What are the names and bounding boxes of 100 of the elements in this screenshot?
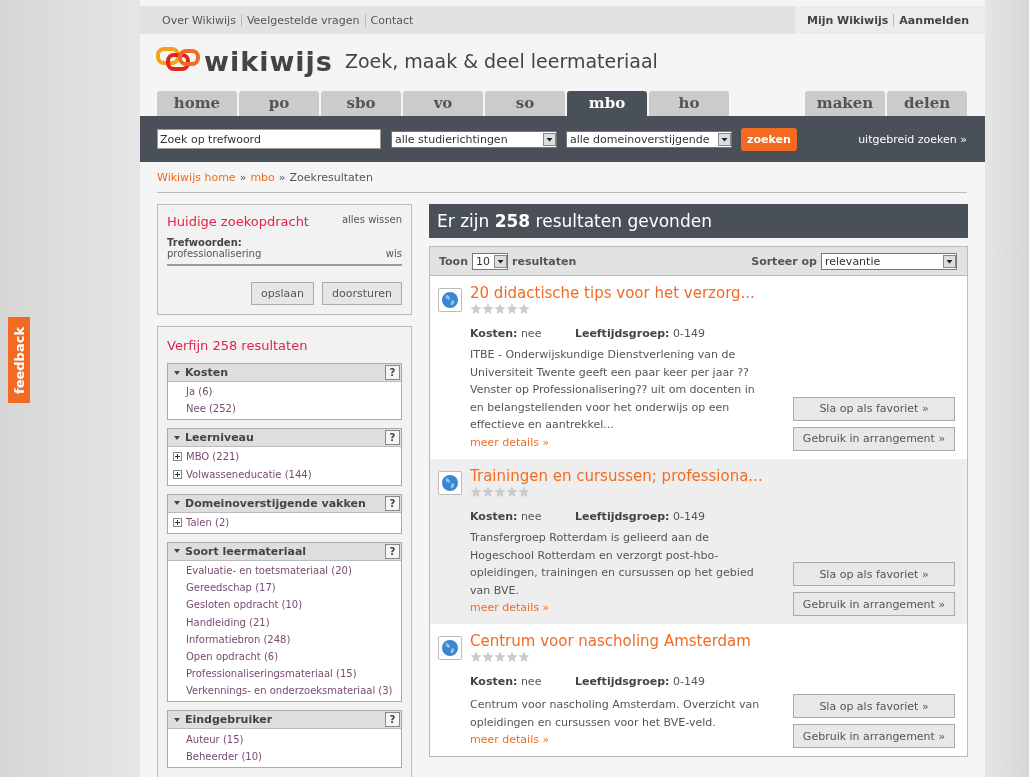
plus-icon[interactable] xyxy=(173,452,182,462)
triangle-icon[interactable] xyxy=(174,370,180,375)
star-icon[interactable] xyxy=(494,303,506,315)
facet-option[interactable]: Nee (252) xyxy=(186,403,236,415)
action-button[interactable]: Sla op als favoriet » xyxy=(793,396,955,421)
advanced-search-link[interactable]: uitgebreid zoeken » xyxy=(858,132,967,146)
facet-title[interactable]: Soort leermateriaal xyxy=(185,544,385,558)
triangle-icon[interactable] xyxy=(174,435,180,440)
results-heading: Er zijn 258 resultaten gevonden xyxy=(429,204,968,238)
panel-button[interactable]: doorsturen xyxy=(322,282,402,305)
action-button[interactable]: Gebruik in arrangement » xyxy=(793,724,955,749)
star-icon[interactable] xyxy=(506,303,518,315)
star-icon[interactable] xyxy=(518,651,530,664)
star-icon[interactable] xyxy=(506,651,518,664)
search-field[interactable]: Zoek op trefwoord xyxy=(157,129,381,149)
meta-label: Leeftijdsgroep: xyxy=(574,675,670,689)
breadcrumb-separator: » xyxy=(239,170,247,184)
result-description: Transfergroep Rotterdam is gelieerd aan de Hogeschool Rotterdam en verzorgt post-hbo-opleidingen, trainingen en cursussen op het gebied van BVE. xyxy=(470,529,755,599)
star-icon[interactable] xyxy=(494,485,506,498)
facet-option[interactable]: Ja (6) xyxy=(186,386,213,398)
keyword-text: professionalisering xyxy=(167,248,262,259)
result-description: Centrum voor nascholing Amsterdam. Overzicht van opleidingen en cursussen voor het BVE-veld. xyxy=(470,697,761,731)
star-icon[interactable] xyxy=(470,303,482,315)
breadcrumb-item: Zoekresultaten xyxy=(289,170,373,184)
nav-tab[interactable]: delen xyxy=(887,91,967,116)
star-icon[interactable] xyxy=(482,485,494,498)
breadcrumb-separator: » xyxy=(278,170,286,184)
star-icon[interactable] xyxy=(494,651,506,664)
help-button[interactable]: ? xyxy=(385,430,400,446)
facet-option[interactable]: Informatiebron (248) xyxy=(186,633,291,645)
facet-option[interactable]: Volwasseneducatie (144) xyxy=(186,468,312,480)
star-icon[interactable] xyxy=(518,303,530,315)
star-icon[interactable] xyxy=(518,485,530,498)
help-button[interactable]: ? xyxy=(385,543,400,559)
star-icon[interactable] xyxy=(482,303,494,315)
facet-title[interactable]: Eindgebruiker xyxy=(185,713,385,727)
logo-wordmark[interactable]: wikiwijs xyxy=(204,45,333,77)
meta-value: nee xyxy=(520,675,542,689)
nav-tab[interactable]: ho xyxy=(649,91,729,116)
triangle-icon[interactable] xyxy=(174,549,180,554)
triangle-icon[interactable] xyxy=(174,717,180,722)
top-link[interactable]: Veelgestelde vragen xyxy=(246,13,360,27)
toolbar-label: resultaten xyxy=(512,254,577,268)
panel-title: Verfijn 258 resultaten xyxy=(167,338,309,353)
nav-tab[interactable]: so xyxy=(485,91,565,116)
facet-title[interactable]: Domeinoverstijgende vakken xyxy=(185,496,385,510)
facet-option[interactable]: Gereedschap (17) xyxy=(186,582,276,594)
facet-option[interactable]: Auteur (15) xyxy=(186,733,244,745)
facet-option[interactable]: Evaluatie- en toetsmateriaal (20) xyxy=(186,565,352,577)
facet-option[interactable]: MBO (221) xyxy=(186,451,240,463)
meta-label: Kosten: xyxy=(470,675,518,689)
meta-label: Leeftijdsgroep: xyxy=(574,327,670,340)
panel-title: Huidige zoekopdracht xyxy=(167,214,309,229)
triangle-icon[interactable] xyxy=(174,501,180,506)
meta-value: 0-149 xyxy=(672,509,705,523)
remove-link[interactable]: wis xyxy=(385,248,402,259)
help-button[interactable]: ? xyxy=(385,495,400,511)
action-button[interactable]: Sla op als favoriet » xyxy=(793,562,955,587)
nav-tab[interactable]: vo xyxy=(403,91,483,116)
star-icon[interactable] xyxy=(482,651,494,664)
toolbar-label: Sorteer op xyxy=(751,254,817,268)
nav-tab[interactable]: home xyxy=(157,91,237,116)
facet-option[interactable]: Handleiding (21) xyxy=(186,616,270,628)
plus-icon[interactable] xyxy=(173,517,182,527)
globe-icon xyxy=(438,636,462,661)
facet-title[interactable]: Leerniveau xyxy=(185,431,385,445)
action-button[interactable]: Gebruik in arrangement » xyxy=(793,592,955,617)
help-button[interactable]: ? xyxy=(385,365,400,380)
help-button[interactable]: ? xyxy=(385,712,400,728)
facet-option[interactable]: Verkennings- en onderzoeksmateriaal (3) xyxy=(186,685,393,697)
facet-option[interactable]: Beheerder (10) xyxy=(186,750,262,762)
star-icon[interactable] xyxy=(470,485,482,498)
plus-icon[interactable] xyxy=(173,469,182,479)
account-link[interactable]: Mijn Wikiwijs xyxy=(806,13,889,27)
meta-label: Leeftijdsgroep: xyxy=(574,509,670,523)
top-link[interactable]: Contact xyxy=(370,13,414,27)
facet-option[interactable]: Open opdracht (6) xyxy=(186,650,279,662)
top-link[interactable]: Over Wikiwijs xyxy=(162,13,236,27)
facet-title[interactable]: Kosten xyxy=(185,366,385,379)
nav-tab[interactable]: sbo xyxy=(321,91,401,116)
action-button[interactable]: Gebruik in arrangement » xyxy=(793,426,955,451)
panel-button[interactable]: opslaan xyxy=(251,282,314,305)
action-button[interactable]: Sla op als favoriet » xyxy=(793,694,955,719)
facet-option[interactable]: Professionaliseringsmateriaal (15) xyxy=(186,668,357,680)
facet-option[interactable]: Talen (2) xyxy=(186,516,230,528)
filter-dropdown[interactable]: alle domeinoverstijgende xyxy=(566,130,732,148)
clear-all-link[interactable]: alles wissen xyxy=(341,214,402,225)
facet-option[interactable]: Gesloten opdracht (10) xyxy=(186,599,303,611)
star-icon[interactable] xyxy=(470,651,482,664)
tagline: Zoek, maak & deel leermateriaal xyxy=(344,50,658,72)
nav-tab[interactable]: po xyxy=(239,91,319,116)
account-link[interactable]: Aanmelden xyxy=(899,13,969,27)
nav-tab[interactable]: maken xyxy=(805,91,885,116)
sort-dropdown[interactable]: relevantie xyxy=(821,252,957,270)
nav-tab[interactable]: mbo xyxy=(567,91,647,116)
filter-dropdown[interactable]: alle studierichtingen xyxy=(391,130,557,148)
toolbar-label: Toon xyxy=(439,254,468,268)
star-icon[interactable] xyxy=(506,485,518,498)
globe-icon xyxy=(438,288,462,312)
per-page-dropdown[interactable]: 10 xyxy=(472,252,508,270)
